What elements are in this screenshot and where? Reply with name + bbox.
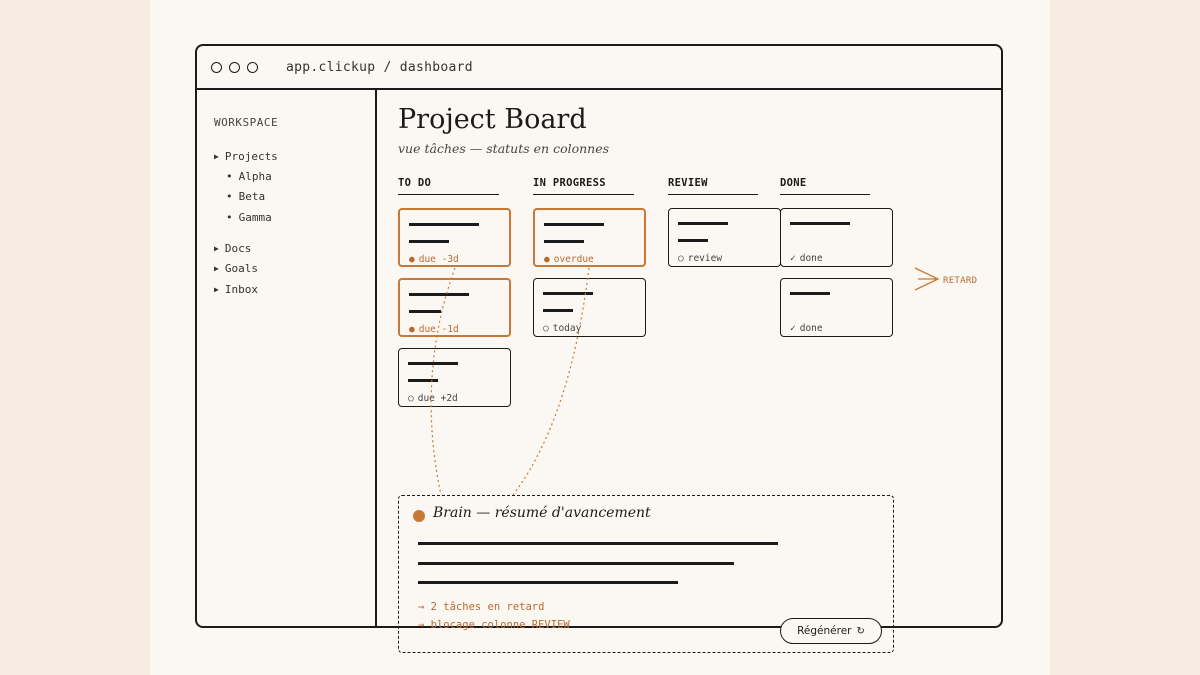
card-title-placeholder	[544, 223, 604, 226]
brain-dot-icon	[413, 510, 425, 522]
task-card[interactable]: ✓ done	[780, 208, 893, 267]
card-meta-placeholder	[678, 239, 708, 242]
task-card[interactable]: ● overdue	[533, 208, 646, 267]
task-card[interactable]: ○ due +2d	[398, 348, 511, 407]
status-circle-icon: ○	[678, 253, 684, 264]
sidebar-item-goals[interactable]: ▶ Goals	[214, 262, 258, 275]
sidebar-item-label: Gamma	[238, 211, 272, 224]
card-meta-placeholder	[544, 240, 584, 243]
sidebar-item-label: Goals	[224, 262, 258, 275]
status-dot-icon: ●	[544, 254, 550, 265]
card-status: ✓ done	[790, 323, 823, 334]
status-dot-icon: ●	[409, 324, 415, 335]
card-title-placeholder	[790, 222, 850, 225]
check-icon: ✓	[790, 323, 796, 334]
bullet-icon: •	[226, 211, 233, 224]
retard-label: RETARD	[943, 276, 978, 286]
card-status: ✓ done	[790, 253, 823, 264]
column-header-in-progress[interactable]: IN PROGRESS	[533, 177, 634, 195]
triangle-right-icon: ▶	[214, 264, 219, 273]
status-dot-icon: ●	[409, 254, 415, 265]
sidebar-item-label: Docs	[224, 242, 252, 255]
sidebar-item-label: Inbox	[224, 283, 258, 296]
column-header-todo[interactable]: TO DO	[398, 177, 499, 195]
sidebar: WORKSPACE ▶ Projects • Alpha • Beta • Gamma …	[197, 90, 377, 628]
title-bar: app.clickup / dashboard	[197, 46, 1001, 90]
card-status: ○ review	[678, 253, 723, 264]
task-card[interactable]: ● due -1d	[398, 278, 511, 337]
card-title-placeholder	[543, 292, 593, 295]
brain-title: Brain — résumé d'avancement	[433, 505, 651, 521]
bullet-icon: •	[226, 190, 233, 203]
summary-text-placeholder	[418, 562, 734, 565]
sidebar-item-label: Projects	[224, 150, 278, 163]
brain-summary-panel: Brain — résumé d'avancement → 2 tâches e…	[398, 495, 894, 653]
card-title-placeholder	[678, 222, 728, 225]
card-title-placeholder	[409, 293, 469, 296]
sidebar-item-alpha[interactable]: • Alpha	[226, 170, 272, 183]
regenerate-button[interactable]: Régénérer ↻	[780, 618, 882, 644]
sidebar-item-label: Beta	[238, 190, 266, 203]
summary-bullet: → 2 tâches en retard	[418, 601, 545, 613]
card-meta-placeholder	[409, 310, 441, 313]
card-title-placeholder	[790, 292, 830, 295]
column-header-review[interactable]: REVIEW	[668, 177, 758, 195]
status-circle-icon: ○	[408, 393, 414, 404]
card-meta-placeholder	[543, 309, 573, 312]
triangle-right-icon: ▶	[214, 285, 219, 294]
workspace-label: WORKSPACE	[214, 116, 279, 129]
triangle-right-icon: ▶	[214, 152, 219, 161]
task-card[interactable]: ● due -3d	[398, 208, 511, 267]
refresh-icon: ↻	[856, 625, 865, 637]
summary-text-placeholder	[418, 581, 678, 584]
status-circle-icon: ○	[543, 323, 549, 334]
summary-bullet: → blocage colonne REVIEW	[418, 619, 570, 631]
card-meta-placeholder	[409, 240, 449, 243]
task-card[interactable]: ○ today	[533, 278, 646, 337]
window-minimize-dot[interactable]	[229, 62, 240, 73]
sidebar-item-beta[interactable]: • Beta	[226, 190, 265, 203]
window-maximize-dot[interactable]	[247, 62, 258, 73]
task-card[interactable]: ○ review	[668, 208, 781, 267]
check-icon: ✓	[790, 253, 796, 264]
column-header-done[interactable]: DONE	[780, 177, 870, 195]
url-text: app.clickup / dashboard	[286, 60, 473, 75]
window-close-dot[interactable]	[211, 62, 222, 73]
card-meta-placeholder	[408, 379, 438, 382]
main-panel: Project Board vue tâches — statuts en co…	[377, 90, 1001, 653]
card-title-placeholder	[409, 223, 479, 226]
page-subtitle: vue tâches — statuts en colonnes	[398, 141, 610, 156]
triangle-right-icon: ▶	[214, 244, 219, 253]
card-status: ● overdue	[544, 254, 594, 265]
regenerate-label: Régénérer	[797, 625, 852, 637]
card-status: ○ due +2d	[408, 393, 458, 404]
bullet-icon: •	[226, 170, 233, 183]
sidebar-item-label: Alpha	[238, 170, 272, 183]
task-card[interactable]: ✓ done	[780, 278, 893, 337]
page-title: Project Board	[398, 104, 587, 135]
card-title-placeholder	[408, 362, 458, 365]
sidebar-item-gamma[interactable]: • Gamma	[226, 211, 272, 224]
sidebar-item-inbox[interactable]: ▶ Inbox	[214, 283, 258, 296]
card-status: ○ today	[543, 323, 582, 334]
summary-text-placeholder	[418, 542, 778, 545]
retard-arrow-icon	[914, 267, 940, 291]
app-window: app.clickup / dashboard WORKSPACE ▶ Proje…	[195, 44, 1003, 653]
card-status: ● due -3d	[409, 254, 459, 265]
sidebar-item-docs[interactable]: ▶ Docs	[214, 242, 251, 255]
card-status: ● due -1d	[409, 324, 459, 335]
sidebar-item-projects[interactable]: ▶ Projects	[214, 150, 278, 163]
